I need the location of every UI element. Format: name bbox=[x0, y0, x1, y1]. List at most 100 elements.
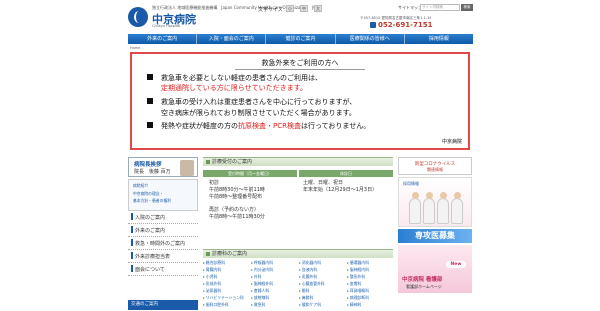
dept-link[interactable]: 産婦人科 bbox=[251, 288, 297, 294]
bullet-icon bbox=[147, 74, 153, 80]
hours-table-header: 受付時間（月～金曜日） 休診日 bbox=[203, 170, 393, 177]
dept-link[interactable]: 腎臓内科 bbox=[203, 267, 249, 273]
staff-figure bbox=[437, 192, 449, 224]
dept-link[interactable]: 耳鼻咽喉科 bbox=[347, 288, 393, 294]
dept-link[interactable]: 救急科 bbox=[251, 302, 297, 308]
nursing-dept-title: 中京病院 看護部 bbox=[402, 277, 443, 283]
nursing-dept-banner[interactable]: New 中京病院 看護部 看護部ホームページ bbox=[398, 245, 472, 293]
hospital-info-card[interactable]: 病院紹介 中京病院の理念・ 基本方針・患者の権利 bbox=[128, 179, 198, 211]
dept-link[interactable]: 放射線科 bbox=[251, 295, 297, 301]
new-badge: New bbox=[446, 261, 466, 268]
dept-link[interactable]: 内分泌内科 bbox=[251, 267, 297, 273]
info-line-2: 中京病院の理念・ bbox=[133, 191, 164, 196]
dept-link[interactable]: 循環器内科 bbox=[347, 260, 393, 266]
notice-line-2: 定期通院している方に限らせていただきます。 bbox=[161, 84, 307, 92]
dept-link[interactable]: 呼吸器内科 bbox=[251, 260, 297, 266]
nav-outpatient[interactable]: 外来のご案内 bbox=[128, 34, 198, 44]
dept-link[interactable]: 血液内科 bbox=[299, 267, 345, 273]
font-size-label: 文字サイズ bbox=[258, 7, 283, 13]
nav-inpatient[interactable]: 入院・面会のご案内 bbox=[197, 34, 267, 44]
notice-line-1: 救急車を必要としない軽症の患者さんのご利用は、 bbox=[147, 74, 322, 83]
dept-link[interactable]: リハビリテーション科 bbox=[203, 295, 249, 301]
notice-text-5a: 発熱や症状が軽度の方の bbox=[161, 122, 238, 130]
dept-section-heading: 診療科のご案内 bbox=[203, 249, 393, 258]
dept-link[interactable]: 整形外科 bbox=[347, 274, 393, 280]
hours-section-heading: 診療受付のご案内 bbox=[203, 157, 393, 166]
notice-text-5c: は行っておりません。 bbox=[300, 122, 371, 130]
hours-first-visit: 初診 午前8時30分～午前11時 午前8時～整理番号配布 bbox=[209, 180, 265, 200]
dept-link[interactable]: 脳神経内科 bbox=[347, 267, 393, 273]
resident-recruit-banner[interactable]: 専攻医募集 bbox=[398, 229, 472, 243]
sidebar-access[interactable]: 交通のご案内 bbox=[128, 300, 198, 310]
dept-link[interactable]: 外科 bbox=[251, 274, 297, 280]
dept-link[interactable]: 乳腺外科 bbox=[299, 274, 345, 280]
dept-link[interactable]: 心臓血管外科 bbox=[299, 281, 345, 287]
dept-link[interactable]: 精神科 bbox=[347, 302, 393, 308]
font-size-medium-button[interactable]: 中 bbox=[300, 5, 308, 12]
corona-info-banner[interactable]: 新型コロナウイルス 関連情報 bbox=[398, 157, 472, 175]
search-input[interactable]: サイト内検索 bbox=[420, 4, 460, 11]
nav-checkup[interactable]: 健診のご案内 bbox=[266, 34, 336, 44]
dept-link[interactable]: 消化器内科 bbox=[299, 260, 345, 266]
phone-number: 052-691-7151 bbox=[370, 21, 433, 29]
dept-link[interactable]: 小児科 bbox=[203, 274, 249, 280]
staff-figure bbox=[409, 192, 421, 224]
staff-figure bbox=[451, 192, 463, 224]
sidebar-link-inpatient[interactable]: 入院のご案内 bbox=[128, 213, 198, 224]
nursing-dept-subtitle: 看護部ホームページ bbox=[406, 284, 442, 289]
phone-text: 052-691-7151 bbox=[378, 21, 433, 29]
hospital-name-en: Chukyo Hospital bbox=[152, 24, 181, 28]
notice-line-3: 救急車の受け入れは重症患者さんを中心に行っておりますが、 bbox=[147, 98, 356, 107]
dept-list: 総合診療科 呼吸器内科 消化器内科 循環器内科 腎臓内科 内分泌内科 血液内科 … bbox=[203, 260, 393, 308]
director-greeting-card[interactable]: 病院長挨拶 院長 後藤 百万 bbox=[128, 157, 198, 177]
hours-col-reception: 受付時間（月～金曜日） bbox=[203, 170, 297, 177]
info-line-1: 病院紹介 bbox=[133, 183, 149, 188]
notice-signature: 中京病院 bbox=[441, 139, 462, 145]
recruit-info-banner[interactable]: 採用情報 bbox=[398, 177, 472, 227]
staff-figure bbox=[423, 192, 435, 224]
notice-line-5: 発熱や症状が軽度の方の抗原検査・PCR検査は行っておりません。 bbox=[147, 122, 370, 131]
director-photo bbox=[180, 160, 194, 176]
sitemap-link[interactable]: サイトマップ bbox=[398, 5, 422, 11]
dept-link[interactable]: 歯科口腔外科 bbox=[203, 302, 249, 308]
nav-medical-staff[interactable]: 医療関係の皆様へ bbox=[336, 34, 405, 44]
dept-link[interactable]: 泌尿器科 bbox=[203, 288, 249, 294]
staff-illustration bbox=[407, 190, 465, 224]
greeting-title: 病院長挨拶 bbox=[134, 162, 162, 168]
hospital-logo[interactable] bbox=[128, 7, 148, 27]
dept-link[interactable]: 皮膚科 bbox=[347, 281, 393, 287]
sidebar-link-emergency[interactable]: 救急・時間外のご案内 bbox=[128, 239, 198, 250]
breadcrumb[interactable]: Home bbox=[130, 46, 140, 50]
font-size-small-button[interactable]: 小 bbox=[286, 5, 294, 12]
hours-revisit: 再診（予約のない方） 午前8時～午前11時30分 bbox=[209, 207, 265, 220]
bullet-icon bbox=[147, 98, 153, 104]
dept-link[interactable]: 形成外科 bbox=[203, 281, 249, 287]
sidebar-link-visiting[interactable]: 面会について bbox=[128, 265, 198, 276]
sidebar-link-outpatient[interactable]: 外来のご案内 bbox=[128, 226, 198, 237]
notice-text-5b: 抗原検査・PCR検査 bbox=[238, 122, 301, 130]
dept-link[interactable]: 麻酔科 bbox=[299, 295, 345, 301]
dept-link[interactable]: 総合診療科 bbox=[203, 260, 249, 266]
bullet-icon bbox=[147, 122, 153, 128]
dept-link[interactable]: 脳神経外科 bbox=[251, 281, 297, 287]
dept-link[interactable]: 病理診断科 bbox=[347, 295, 393, 301]
notice-title: 救急外来をご利用の方へ bbox=[235, 57, 365, 70]
notice-text-3: 救急車の受け入れは重症患者さんを中心に行っておりますが、 bbox=[161, 98, 357, 106]
emergency-notice: 救急外来をご利用の方へ 救急車を必要としない軽症の患者さんのご利用は、 定期通院… bbox=[130, 52, 470, 150]
font-size-large-button[interactable]: 大 bbox=[314, 5, 322, 12]
hours-closed-days: 土曜、日曜、祝日 年末年始（12月29日～1月3日） bbox=[303, 180, 378, 193]
sidebar-link-schedule[interactable]: 外来診療担当表 bbox=[128, 252, 198, 263]
dept-link[interactable]: 眼科 bbox=[299, 288, 345, 294]
notice-line-4: 空き病床が限られており制限させていただく場合があります。 bbox=[161, 109, 356, 117]
dept-link[interactable]: 緩和ケア科 bbox=[299, 302, 345, 308]
corona-subtitle: 関連情報 bbox=[427, 167, 443, 172]
phone-icon bbox=[370, 22, 376, 28]
director-name: 院長 後藤 百万 bbox=[134, 169, 171, 175]
site-header: 独立行政法人 地域医療機能推進機構 Japan Community Health… bbox=[0, 0, 600, 34]
search-button[interactable]: 検索 bbox=[461, 4, 473, 11]
hours-col-closed: 休診日 bbox=[299, 170, 393, 177]
global-nav: 外来のご案内 入院・面会のご案内 健診のご案内 医療関係の皆様へ 採用情報 bbox=[128, 34, 473, 44]
recruit-info-title: 採用情報 bbox=[403, 181, 419, 186]
nav-recruit[interactable]: 採用情報 bbox=[405, 34, 473, 44]
notice-text-1: 救急車を必要としない軽症の患者さんのご利用は、 bbox=[161, 74, 322, 82]
